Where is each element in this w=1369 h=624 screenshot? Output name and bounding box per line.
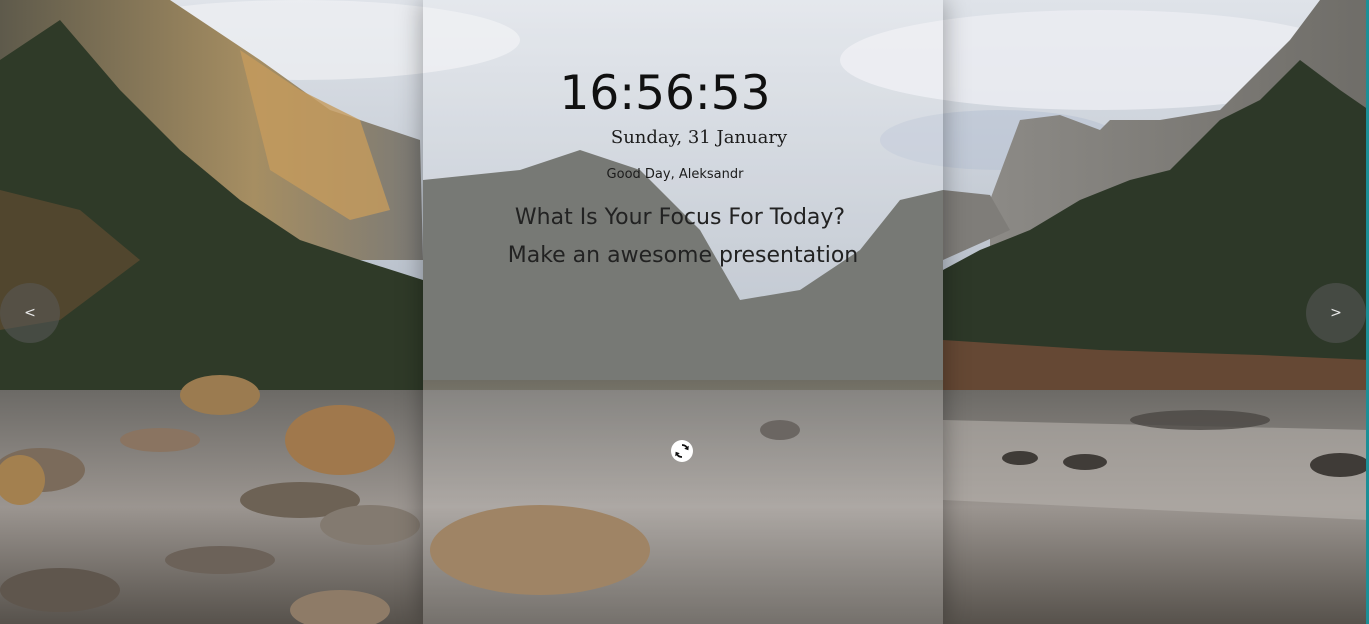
previous-background-button[interactable]: < [0, 283, 60, 343]
next-background-button[interactable]: > [1306, 283, 1366, 343]
date-label: Sunday, 31 January [610, 127, 788, 148]
focus-answer[interactable]: Make an awesome presentation [423, 243, 943, 268]
clock-time: 16:56:53 [559, 66, 771, 121]
panel-content: 16:56:53 Sunday, 31 January Good Day, Al… [423, 0, 943, 624]
refresh-icon [675, 444, 689, 458]
greeting-text: Good Day, Aleksandr [606, 167, 744, 182]
refresh-button[interactable] [671, 440, 693, 462]
app-root: 16:56:53 Sunday, 31 January Good Day, Al… [0, 0, 1369, 624]
focus-panel: 16:56:53 Sunday, 31 January Good Day, Al… [423, 0, 943, 624]
focus-question: What Is Your Focus For Today? [514, 205, 846, 230]
